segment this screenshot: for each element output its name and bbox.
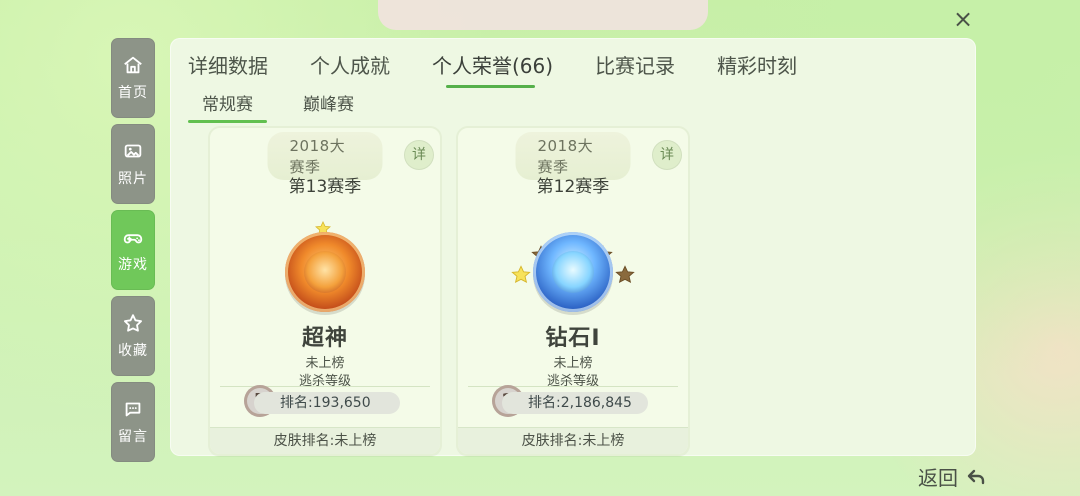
subtab-peak[interactable]: 巅峰赛 bbox=[297, 90, 360, 115]
detail-button[interactable]: 详 bbox=[404, 140, 434, 170]
leaderboard-status: 未上榜 bbox=[305, 356, 345, 371]
detail-button[interactable]: 详 bbox=[652, 140, 682, 170]
card-footer: 皮肤排名:未上榜 bbox=[210, 427, 440, 454]
gamepad-icon bbox=[123, 234, 143, 244]
sub-tabs: 常规赛 巅峰赛 bbox=[188, 90, 360, 123]
nav-label: 照片 bbox=[118, 171, 148, 187]
nav-item-messages[interactable]: 留言 bbox=[111, 382, 155, 462]
home-icon bbox=[124, 56, 142, 74]
star-icon bbox=[614, 264, 636, 286]
nav-label: 首页 bbox=[118, 85, 148, 101]
nav-label: 游戏 bbox=[118, 257, 148, 273]
message-icon bbox=[125, 402, 141, 417]
top-tabs: 详细数据 个人成就 个人荣誉(66) 比赛记录 精彩时刻 bbox=[188, 48, 839, 88]
tab-details[interactable]: 详细数据 bbox=[188, 50, 268, 79]
back-button[interactable]: 返回 bbox=[918, 462, 988, 490]
badge-core bbox=[304, 251, 346, 293]
rank-badge bbox=[285, 232, 365, 312]
tab-highlights[interactable]: 精彩时刻 bbox=[717, 50, 797, 79]
season-number: 第12赛季 bbox=[536, 177, 610, 197]
photo-icon bbox=[124, 144, 142, 158]
nav-item-home[interactable]: 首页 bbox=[111, 38, 155, 118]
left-nav: 首页 照片 游戏 收藏 留言 bbox=[111, 38, 155, 468]
badge-core bbox=[552, 251, 594, 293]
rank-title: 钻石I bbox=[545, 326, 601, 351]
rank-title: 超神 bbox=[301, 326, 348, 351]
star-outline-icon bbox=[124, 314, 142, 332]
season-card[interactable]: 2018大赛季 详 第12赛季 钻石I 未上榜 逃杀等级 排名:2,186,84… bbox=[456, 126, 690, 456]
nav-item-photos[interactable]: 照片 bbox=[111, 124, 155, 204]
top-decoration bbox=[378, 0, 708, 30]
rank-badge bbox=[533, 232, 613, 312]
rank-badge-area bbox=[458, 202, 688, 322]
back-arrow-icon bbox=[967, 469, 985, 485]
subtab-regular[interactable]: 常规赛 bbox=[188, 90, 267, 123]
close-button[interactable]: × bbox=[950, 6, 976, 32]
tab-match-history[interactable]: 比赛记录 bbox=[595, 50, 675, 79]
nav-label: 收藏 bbox=[118, 343, 148, 359]
content-panel: 详细数据 个人成就 个人荣誉(66) 比赛记录 精彩时刻 常规赛 巅峰赛 201… bbox=[170, 38, 976, 456]
nav-label: 留言 bbox=[118, 429, 148, 445]
rank-value: 排名:193,650 bbox=[254, 392, 400, 414]
card-footer: 皮肤排名:未上榜 bbox=[458, 427, 688, 454]
season-card[interactable]: 2018大赛季 详 第13赛季 超神 未上榜 逃杀等级 5 排名:193,650… bbox=[208, 126, 442, 456]
leaderboard-status: 未上榜 bbox=[553, 356, 593, 371]
nav-item-games[interactable]: 游戏 bbox=[111, 210, 155, 290]
star-icon bbox=[510, 264, 532, 286]
back-label: 返回 bbox=[918, 465, 958, 490]
nav-item-favorites[interactable]: 收藏 bbox=[111, 296, 155, 376]
rank-badge-area bbox=[210, 202, 440, 322]
tab-achievements[interactable]: 个人成就 bbox=[310, 50, 390, 79]
rank-value: 排名:2,186,845 bbox=[502, 392, 648, 414]
tab-honors[interactable]: 个人荣誉(66) bbox=[432, 50, 553, 88]
season-number: 第13赛季 bbox=[288, 177, 362, 197]
